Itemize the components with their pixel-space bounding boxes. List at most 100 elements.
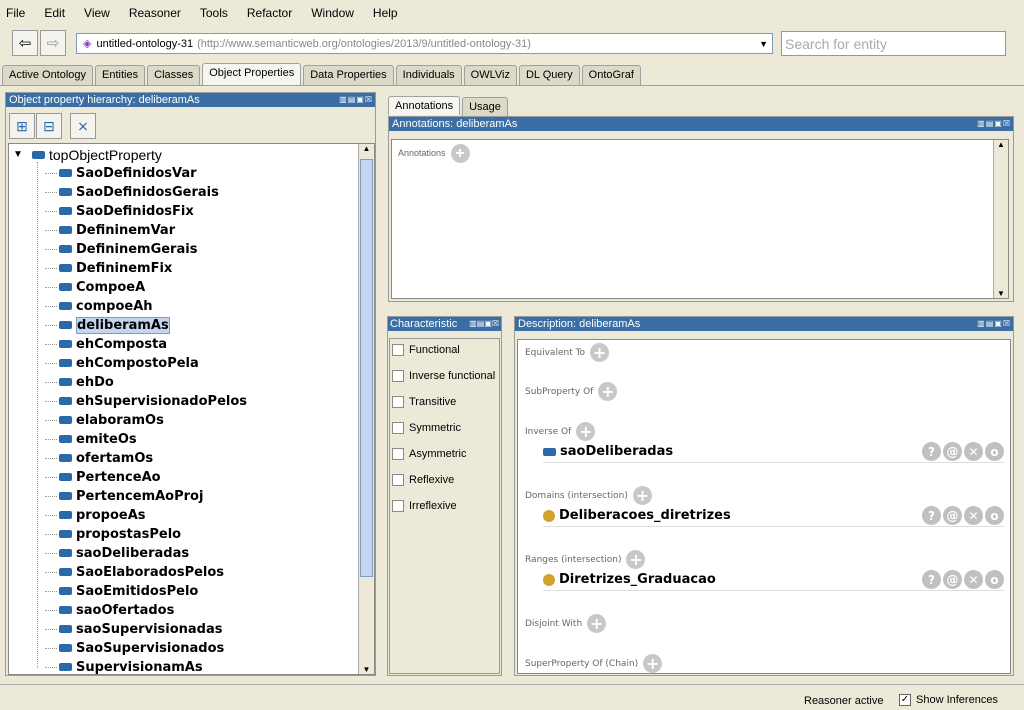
symmetric-checkbox[interactable]: Symmetric (392, 422, 461, 434)
tree-item[interactable]: SaoSupervisionados (44, 639, 224, 657)
window-controls-icon[interactable]: ▥▤▣☒ (977, 317, 1013, 331)
tree-item[interactable]: PertencemAoProj (44, 487, 203, 505)
add-subproperty-button[interactable]: ⊞ (9, 113, 35, 139)
delete-icon[interactable]: ✕ (964, 442, 983, 461)
inverse-functional-checkbox[interactable]: Inverse functional (392, 370, 495, 382)
inverse-of-item[interactable]: saoDeliberadas ? @ ✕ o (543, 441, 1004, 463)
tree-item[interactable]: DefininemGerais (44, 240, 197, 258)
tree-item-label: ehCompostoPela (76, 355, 199, 371)
add-subproperty-icon[interactable]: + (598, 382, 618, 401)
menu-view[interactable]: View (84, 6, 110, 20)
tree-item[interactable]: propostasPelo (44, 525, 181, 543)
forward-button[interactable]: ⇨ (40, 30, 66, 56)
tree-item[interactable]: ehCompostoPela (45, 354, 199, 372)
reflexive-checkbox[interactable]: Reflexive (392, 474, 454, 486)
property-icon (59, 587, 72, 595)
add-chain-icon[interactable]: + (643, 654, 663, 673)
tree-item[interactable]: elaboramOs (45, 411, 164, 429)
show-inferences-checkbox[interactable]: ✓ Show Inferences (899, 694, 998, 706)
tab-object-properties[interactable]: Object Properties (202, 63, 302, 85)
menu-window[interactable]: Window (311, 6, 354, 20)
tree-item[interactable]: SaoDefinidosFix (45, 202, 194, 220)
irreflexive-checkbox[interactable]: Irreflexive (392, 500, 457, 512)
ontology-selector[interactable]: ◈ untitled-ontology-31 (http://www.seman… (76, 33, 773, 54)
menu-refactor[interactable]: Refactor (247, 6, 292, 20)
add-inverse-icon[interactable]: + (576, 422, 596, 441)
tree-item[interactable]: SaoElaboradosPelos (44, 563, 224, 581)
tab-dl-query[interactable]: DL Query (518, 65, 580, 85)
window-controls-icon[interactable]: ▥▤▣☒ (339, 93, 375, 107)
menu-tools[interactable]: Tools (200, 6, 228, 20)
add-equivalent-icon[interactable]: + (590, 343, 610, 362)
scroll-thumb[interactable] (360, 159, 373, 577)
tree-item[interactable]: ehComposta (44, 335, 167, 353)
collapse-toggle-icon[interactable]: ▼ (13, 149, 23, 160)
annotations-scrollbar[interactable]: ▲ ▼ (993, 140, 1008, 298)
tab-active-ontology[interactable]: Active Ontology (2, 65, 94, 85)
add-disjoint-icon[interactable]: + (587, 614, 607, 633)
tab-data-properties[interactable]: Data Properties (303, 65, 394, 85)
tab-individuals[interactable]: Individuals (395, 65, 462, 85)
tab-classes[interactable]: Classes (147, 65, 201, 85)
tree-item[interactable]: ehDo (45, 373, 114, 391)
add-sibling-button[interactable]: ⊟ (36, 113, 62, 139)
tree-item[interactable]: SaoDefinidosGerais (45, 183, 219, 201)
menu-reasoner[interactable]: Reasoner (129, 6, 181, 20)
delete-icon[interactable]: ✕ (964, 570, 983, 589)
tree-item[interactable]: CompoeA (44, 278, 145, 296)
tree-item[interactable]: ehSupervisionadoPelos (44, 392, 247, 410)
tree-item[interactable]: SaoDefinidosVar (45, 164, 197, 182)
domain-item[interactable]: Deliberacoes_diretrizes ? @ ✕ o (543, 505, 1004, 527)
root-label: topObjectProperty (49, 147, 162, 163)
tree-item[interactable]: DefininemFix (44, 259, 172, 277)
tree-item[interactable]: SupervisionamAs (45, 658, 203, 676)
tree-item[interactable]: compoeAh (45, 297, 153, 315)
back-button[interactable]: ⇦ (12, 30, 38, 56)
tree-item[interactable]: SaoEmitidosPelo (44, 582, 198, 600)
dropdown-arrow-icon[interactable]: ▼ (759, 39, 768, 49)
tab-ontograf[interactable]: OntoGraf (581, 65, 641, 85)
menu-help[interactable]: Help (373, 6, 398, 20)
tree-item[interactable]: saoOfertados (44, 601, 174, 619)
explain-icon[interactable]: ? (922, 570, 941, 589)
tab-usage[interactable]: Usage (462, 97, 508, 116)
tree-item[interactable]: deliberamAs (45, 316, 170, 334)
property-icon (59, 359, 72, 367)
tree-item[interactable]: DefininemVar (44, 221, 175, 239)
asymmetric-checkbox[interactable]: Asymmetric (392, 448, 466, 460)
range-item[interactable]: Diretrizes_Graduacao ? @ ✕ o (543, 569, 1004, 591)
transitive-checkbox[interactable]: Transitive (392, 396, 456, 408)
tree-item[interactable]: saoSupervisionadas (45, 620, 223, 638)
add-annotation-icon[interactable]: + (450, 144, 470, 163)
edit-icon[interactable]: o (985, 570, 1004, 589)
window-controls-icon[interactable]: ▥▤▣☒ (469, 317, 501, 331)
tree-scrollbar[interactable]: ▲ ▼ (358, 144, 374, 674)
menu-file[interactable]: File (6, 6, 25, 20)
tab-owlviz[interactable]: OWLViz (463, 65, 517, 85)
tree-item[interactable]: saoDeliberadas (44, 544, 189, 562)
edit-icon[interactable]: o (985, 506, 1004, 525)
window-controls-icon[interactable]: ▥▤▣☒ (977, 117, 1013, 131)
annotate-icon[interactable]: @ (943, 506, 962, 525)
tree-item[interactable]: ofertamOs (44, 449, 153, 467)
tab-entities[interactable]: Entities (95, 65, 146, 85)
tree-item[interactable]: propoeAs (45, 506, 146, 524)
explain-icon[interactable]: ? (922, 506, 941, 525)
explain-icon[interactable]: ? (922, 442, 941, 461)
annotate-icon[interactable]: @ (943, 570, 962, 589)
add-domain-icon[interactable]: + (632, 486, 652, 505)
annotate-icon[interactable]: @ (943, 442, 962, 461)
delete-icon[interactable]: ✕ (964, 506, 983, 525)
edit-icon[interactable]: o (985, 442, 1004, 461)
search-input[interactable]: Search for entity (781, 31, 1006, 56)
tree-item[interactable]: PertenceAo (45, 468, 161, 486)
tree-item[interactable]: emiteOs (45, 430, 137, 448)
property-icon (32, 151, 45, 159)
tree-root[interactable]: topObjectProperty (32, 146, 162, 164)
functional-checkbox[interactable]: Functional (392, 344, 460, 356)
tab-annotations[interactable]: Annotations (388, 96, 461, 115)
add-range-icon[interactable]: + (626, 550, 646, 569)
delete-property-button[interactable]: ⨯ (70, 113, 96, 139)
reasoner-status: Reasoner active (804, 695, 884, 707)
menu-edit[interactable]: Edit (44, 6, 65, 20)
